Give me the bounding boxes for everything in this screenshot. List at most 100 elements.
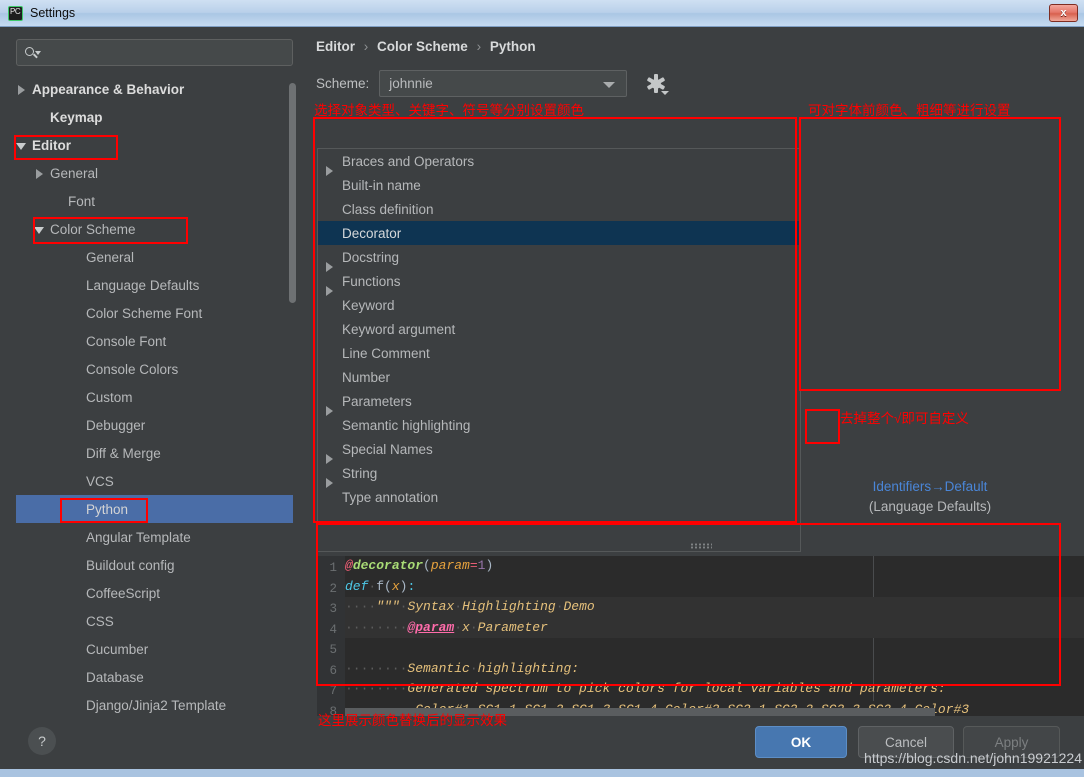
sidebar-item-coffeescript[interactable]: CoffeeScript xyxy=(16,579,293,607)
code-line: @decorator(param=1) xyxy=(345,556,1084,577)
code-token: = xyxy=(469,558,478,573)
list-item[interactable]: Keyword argument xyxy=(318,317,800,341)
sidebar-item-font[interactable]: Font xyxy=(16,187,293,215)
line-number: 5 xyxy=(329,643,337,657)
color-attribute-list[interactable]: Braces and Operators Built-in name Class d… xyxy=(317,148,801,552)
gear-icon[interactable] xyxy=(646,74,670,95)
tree-spacer xyxy=(70,308,81,319)
code-token: Generated spectrum to pick colors for lo… xyxy=(407,681,946,696)
line-number: 1 xyxy=(329,561,337,575)
sidebar-item-django-jinja2-template[interactable]: Django/Jinja2 Template xyxy=(16,691,293,719)
code-token: @ xyxy=(345,558,353,573)
sidebar-item-python[interactable]: Python xyxy=(16,495,293,523)
resize-grip[interactable] xyxy=(690,543,712,549)
sidebar-item-appearance-behavior[interactable]: Appearance & Behavior xyxy=(16,75,293,103)
list-item-label: Braces and Operators xyxy=(342,153,475,169)
chevron-right-icon[interactable] xyxy=(34,168,45,179)
annotation-text-inherit: 去掉整个√即可自定义 xyxy=(840,411,969,426)
sidebar-scrollbar[interactable] xyxy=(289,83,296,303)
window-bottom-edge xyxy=(0,769,1084,777)
search-box[interactable] xyxy=(16,39,293,66)
whitespace-dots: ········ xyxy=(345,619,408,635)
tree-spacer xyxy=(52,196,63,207)
sidebar-item-label: Console Font xyxy=(86,333,167,349)
sidebar-item-keymap[interactable]: Keymap xyxy=(16,103,293,131)
chevron-right-icon[interactable] xyxy=(16,84,27,95)
list-item[interactable]: Docstring xyxy=(318,245,800,272)
code-token: Demo xyxy=(563,599,595,614)
sidebar-item-label: General xyxy=(50,165,99,181)
list-item-label: Parameters xyxy=(342,393,412,409)
code-line: ····"""·Syntax·Highlighting·Demo xyxy=(345,597,1084,618)
sidebar-item-diff-merge[interactable]: Diff & Merge xyxy=(16,439,293,467)
sidebar-item-angular-template[interactable]: Angular Template xyxy=(16,523,293,551)
line-number: 3 xyxy=(329,602,337,616)
list-item[interactable]: Parameters xyxy=(318,389,800,416)
sidebar-item-label: Appearance & Behavior xyxy=(32,81,185,97)
list-item[interactable]: Special Names xyxy=(318,437,800,464)
breadcrumb-color-scheme: Color Scheme xyxy=(377,39,468,54)
search-input[interactable] xyxy=(40,45,292,60)
list-item[interactable]: Class definition xyxy=(318,197,800,221)
list-item[interactable]: Decorator xyxy=(318,221,800,245)
whitespace-dots: · xyxy=(454,599,463,614)
ok-button[interactable]: OK xyxy=(755,726,847,758)
chevron-down-icon[interactable] xyxy=(34,224,45,235)
list-item[interactable]: Semantic highlighting xyxy=(318,413,800,437)
whitespace-dots: ········ xyxy=(345,681,408,696)
sidebar-item-label: General xyxy=(86,249,135,265)
sidebar-item-label: Buildout config xyxy=(86,557,175,573)
list-item[interactable]: Line Comment xyxy=(318,341,800,365)
close-icon[interactable]: x xyxy=(1049,4,1078,22)
sidebar-item-editor[interactable]: Editor xyxy=(16,131,293,159)
sidebar-item-database[interactable]: Database xyxy=(16,663,293,691)
sidebar-item-label: Debugger xyxy=(86,417,146,433)
annotation-text-list: 选择对象类型、关键字、符号等分别设置颜色 xyxy=(314,103,584,118)
code-token: highlighting: xyxy=(477,660,580,676)
chevron-down-icon[interactable] xyxy=(16,140,27,151)
sidebar-item-color-scheme[interactable]: Color Scheme xyxy=(16,215,293,243)
list-item-label: Functions xyxy=(342,273,401,289)
tree-spacer xyxy=(70,644,81,655)
list-item[interactable]: Braces and Operators xyxy=(318,149,800,176)
code-preview[interactable]: 12345678 @decorator(param=1) def·f(x): ···… xyxy=(317,556,1084,716)
sidebar-item-color-scheme-font[interactable]: Color Scheme Font xyxy=(16,299,293,327)
help-button[interactable]: ? xyxy=(28,727,56,755)
list-item-label: Semantic highlighting xyxy=(342,417,471,433)
sidebar-item-general[interactable]: General xyxy=(16,243,293,271)
whitespace-dots: · xyxy=(555,599,564,614)
pycharm-icon xyxy=(8,5,23,21)
list-item-label: Keyword argument xyxy=(342,321,456,337)
list-item[interactable]: Type annotation xyxy=(318,485,800,509)
code-token: : xyxy=(407,578,416,594)
sidebar-item-buildout-config[interactable]: Buildout config xyxy=(16,551,293,579)
sidebar-item-debugger[interactable]: Debugger xyxy=(16,411,293,439)
sidebar-item-console-font[interactable]: Console Font xyxy=(16,327,293,355)
list-item[interactable]: Number xyxy=(318,365,800,389)
list-item[interactable]: Built-in name xyxy=(318,173,800,197)
line-number: 7 xyxy=(329,684,337,698)
list-item-label: Decorator xyxy=(342,225,402,241)
tree-spacer xyxy=(70,448,81,459)
sidebar-item-language-defaults[interactable]: Language Defaults xyxy=(16,271,293,299)
list-item-label: Keyword xyxy=(342,297,395,313)
list-item[interactable]: Functions xyxy=(318,269,800,296)
list-item[interactable]: String xyxy=(318,461,800,488)
list-item[interactable]: Keyword xyxy=(318,293,800,317)
sidebar-item-label: Keymap xyxy=(50,109,103,125)
list-item-label: Special Names xyxy=(342,441,433,457)
sidebar-item-cucumber[interactable]: Cucumber xyxy=(16,635,293,663)
code-line xyxy=(345,638,1084,659)
tree-spacer xyxy=(70,252,81,263)
list-item-label: Type annotation xyxy=(342,489,439,505)
sidebar-item-css[interactable]: CSS xyxy=(16,607,293,635)
sidebar-item-custom[interactable]: Custom xyxy=(16,383,293,411)
scheme-dropdown[interactable]: johnnie xyxy=(379,70,628,97)
inherit-source-link[interactable]: Identifiers→Default xyxy=(800,479,1060,494)
sidebar-item-label: Cucumber xyxy=(86,641,149,657)
sidebar-item-vcs[interactable]: VCS xyxy=(16,467,293,495)
code-token: param xyxy=(430,558,470,573)
sidebar-item-console-colors[interactable]: Console Colors xyxy=(16,355,293,383)
code-text-area[interactable]: @decorator(param=1) def·f(x): ····"""·Synt… xyxy=(345,556,1084,716)
sidebar-item-general[interactable]: General xyxy=(16,159,293,187)
